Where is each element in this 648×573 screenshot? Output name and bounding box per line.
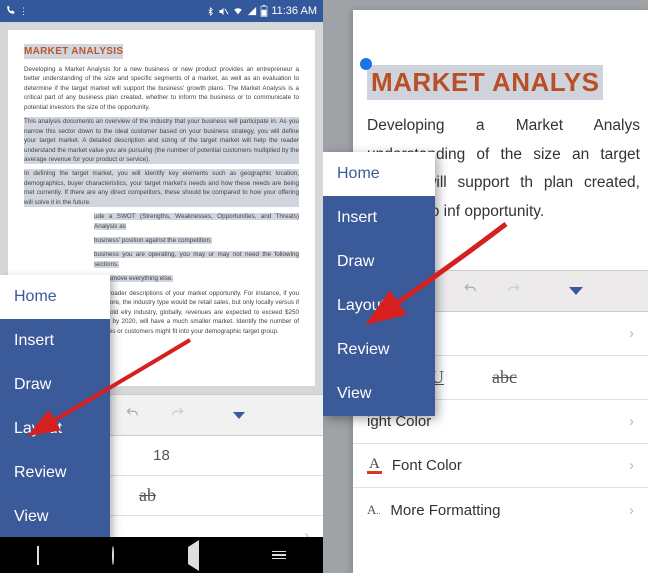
doc-para: ude a SWOT (Strengths, Weaknesses, Oppor… bbox=[94, 212, 299, 231]
tab-review[interactable]: Review bbox=[323, 328, 435, 372]
tab-view[interactable]: View bbox=[323, 372, 435, 416]
undo-icon[interactable] bbox=[123, 406, 141, 425]
back-button[interactable] bbox=[188, 547, 199, 564]
doc-title: MARKET ANALYS bbox=[367, 65, 603, 100]
wifi-icon bbox=[232, 6, 244, 16]
doc-para: and remove everything else. bbox=[94, 274, 299, 283]
doc-para: Developing a Market Analysis for a new b… bbox=[24, 65, 299, 112]
chevron-right-icon: › bbox=[629, 413, 634, 430]
menu-lines-button[interactable] bbox=[272, 551, 286, 560]
tab-home[interactable]: Home bbox=[323, 152, 435, 196]
strike-button[interactable]: ab bbox=[139, 485, 156, 506]
doc-para: This analysis documents an overview of t… bbox=[24, 117, 299, 164]
chevron-right-icon: › bbox=[629, 325, 634, 342]
bluetooth-icon bbox=[206, 6, 215, 17]
tab-insert[interactable]: Insert bbox=[323, 196, 435, 240]
doc-para: business' position against the competiti… bbox=[94, 236, 299, 245]
android-status-bar: ⋮ 11:36 AM bbox=[0, 0, 323, 22]
more-formatting-icon: A.. bbox=[367, 502, 380, 518]
doc-para: In defining the target market, you will … bbox=[24, 169, 299, 207]
battery-icon bbox=[260, 5, 268, 17]
redo-icon[interactable] bbox=[169, 406, 187, 425]
tab-home[interactable]: Home bbox=[0, 275, 110, 319]
doc-title: MARKET ANALYSIS bbox=[24, 44, 123, 59]
signal-icon bbox=[247, 6, 257, 16]
more-formatting-row[interactable]: A.. More Formatting › bbox=[353, 488, 648, 532]
phone-icon bbox=[6, 5, 16, 18]
more-formatting-label: More Formatting bbox=[390, 502, 500, 519]
selection-handle-icon[interactable] bbox=[360, 58, 372, 70]
strike-button[interactable]: abc bbox=[492, 367, 517, 388]
font-color-icon: A bbox=[367, 457, 382, 474]
font-color-row[interactable]: A Font Color › bbox=[353, 444, 648, 488]
chevron-right-icon: › bbox=[629, 502, 634, 519]
tab-menu: Home Insert Draw Layout Review View bbox=[0, 275, 110, 539]
right-screenshot: MARKET ANALYS Developing a Market Analys… bbox=[323, 0, 648, 573]
font-color-label: Font Color bbox=[392, 457, 462, 474]
doc-para: the broader descriptions of your market … bbox=[94, 289, 299, 336]
tab-view[interactable]: View bbox=[0, 495, 110, 539]
tab-draw[interactable]: Draw bbox=[323, 240, 435, 284]
undo-icon[interactable] bbox=[461, 282, 479, 301]
collapse-caret-icon[interactable] bbox=[569, 287, 583, 295]
android-nav-bar bbox=[0, 537, 323, 573]
doc-para: business you are operating, you may or m… bbox=[94, 250, 299, 269]
recent-apps-button[interactable] bbox=[37, 547, 39, 564]
tab-review[interactable]: Review bbox=[0, 451, 110, 495]
tab-layout[interactable]: Layout bbox=[0, 407, 110, 451]
collapse-caret-icon[interactable] bbox=[233, 412, 245, 419]
tab-insert[interactable]: Insert bbox=[0, 319, 110, 363]
mute-icon bbox=[218, 6, 229, 17]
dots-icon: ⋮ bbox=[19, 6, 28, 17]
left-screenshot: ⋮ 11:36 AM MARKET ANALYSIS Developing a … bbox=[0, 0, 323, 573]
chevron-right-icon: › bbox=[629, 457, 634, 474]
tab-layout[interactable]: Layout bbox=[323, 284, 435, 328]
tab-draw[interactable]: Draw bbox=[0, 363, 110, 407]
redo-icon[interactable] bbox=[505, 282, 523, 301]
tab-menu: Home Insert Draw Layout Review View bbox=[323, 152, 435, 416]
home-button[interactable] bbox=[112, 547, 114, 564]
clock-text: 11:36 AM bbox=[271, 5, 317, 17]
